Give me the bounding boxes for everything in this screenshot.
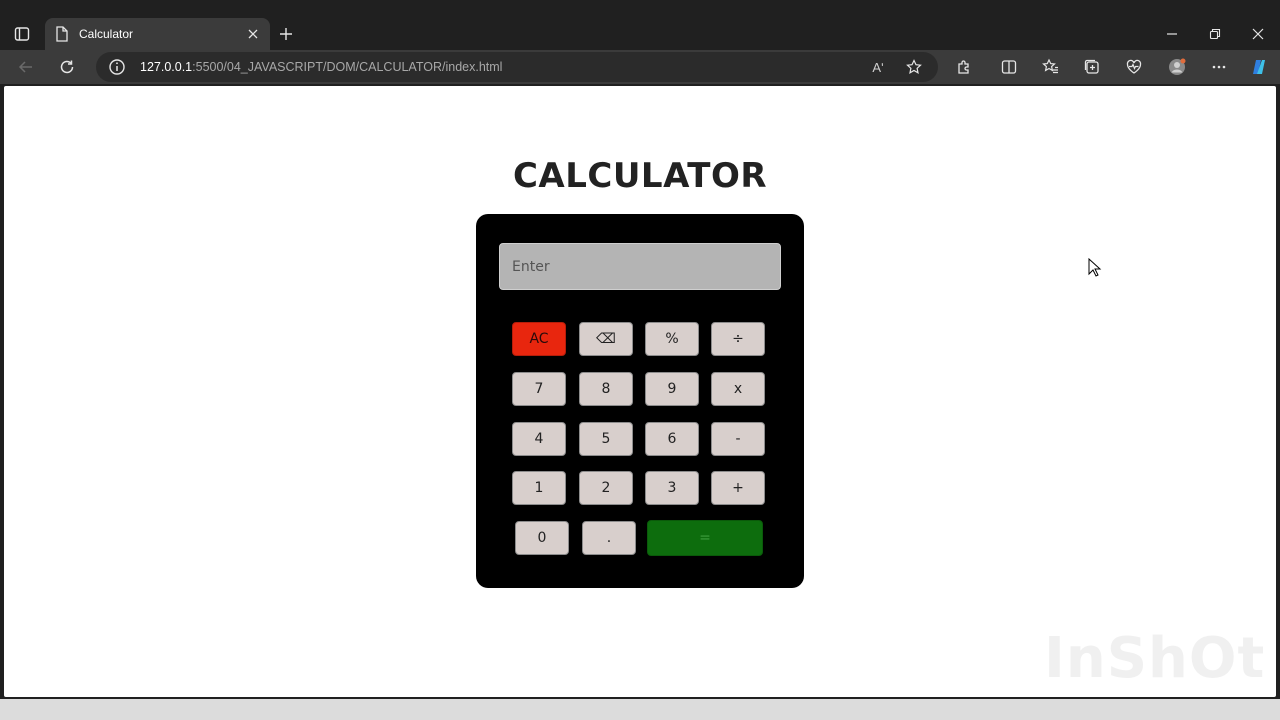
read-aloud-button[interactable]: Aʹ: [868, 57, 888, 77]
tab-actions-button[interactable]: [8, 20, 36, 48]
percent-button[interactable]: %: [645, 322, 699, 356]
all-clear-button[interactable]: AC: [512, 322, 566, 356]
profile-button[interactable]: [1164, 54, 1190, 80]
minimize-button[interactable]: [1160, 22, 1184, 46]
restore-button[interactable]: [1203, 22, 1227, 46]
digit-8-button[interactable]: 8: [579, 372, 633, 406]
digit-7-button[interactable]: 7: [512, 372, 566, 406]
digit-3-button[interactable]: 3: [645, 471, 699, 505]
digit-9-button[interactable]: 9: [645, 372, 699, 406]
address-bar[interactable]: 127.0.0.1:5500/04_JAVASCRIPT/DOM/CALCULA…: [96, 52, 938, 82]
minus-button[interactable]: -: [711, 422, 765, 456]
digit-0-button[interactable]: 0: [515, 521, 569, 555]
puzzle-icon: [958, 60, 969, 74]
heart-pulse-icon: [1126, 59, 1142, 74]
tab-close-button[interactable]: [244, 25, 262, 43]
extensions-button[interactable]: [951, 54, 977, 80]
avatar-icon: [1169, 58, 1186, 75]
tab-strip: Calculator: [0, 0, 1280, 50]
browser-essentials-button[interactable]: [1121, 54, 1147, 80]
tab-actions-icon: [14, 27, 30, 41]
copilot-button[interactable]: [1246, 54, 1272, 80]
collections-button[interactable]: [1079, 54, 1105, 80]
digit-4-button[interactable]: 4: [512, 422, 566, 456]
plus-button[interactable]: +: [711, 471, 765, 505]
digit-2-button[interactable]: 2: [579, 471, 633, 505]
url-host: 127.0.0.1: [140, 60, 193, 74]
split-screen-icon: [1001, 60, 1017, 74]
copilot-icon: [1253, 60, 1265, 74]
watermark-text: InShOt: [1044, 626, 1266, 691]
decimal-point-button[interactable]: .: [582, 521, 636, 555]
divide-button[interactable]: ÷: [711, 322, 765, 356]
browser-toolbar: 127.0.0.1:5500/04_JAVASCRIPT/DOM/CALCULA…: [0, 50, 1280, 84]
url-path: :5500/04_JAVASCRIPT/DOM/CALCULATOR/index…: [192, 60, 503, 74]
back-arrow-icon: [18, 61, 32, 73]
calculator-display-input[interactable]: [499, 243, 781, 290]
equals-button[interactable]: =: [647, 520, 763, 556]
favorites-button[interactable]: [1038, 54, 1064, 80]
backspace-button[interactable]: ⌫: [579, 322, 633, 356]
favorites-icon: [1042, 58, 1058, 74]
page-icon: [56, 26, 68, 42]
read-aloud-icon: Aʹ: [872, 59, 884, 75]
digit-1-button[interactable]: 1: [512, 471, 566, 505]
tab-calculator[interactable]: Calculator: [45, 18, 270, 50]
window-bottom-edge: [0, 699, 1280, 720]
multiply-button[interactable]: x: [711, 372, 765, 406]
calculator-body: AC ⌫ % ÷ 7 8 9 x 4 5 6 - 1 2 3 + 0 . =: [476, 214, 804, 588]
back-button[interactable]: [13, 54, 39, 80]
new-tab-button[interactable]: [276, 24, 296, 44]
digit-6-button[interactable]: 6: [645, 422, 699, 456]
more-button[interactable]: [1206, 54, 1232, 80]
restore-icon: [1209, 28, 1221, 40]
page-title: CALCULATOR: [512, 156, 768, 196]
refresh-button[interactable]: [54, 54, 80, 80]
close-icon: [248, 29, 258, 39]
page-viewport: CALCULATOR AC ⌫ % ÷ 7 8 9 x 4 5 6 - 1 2 …: [4, 86, 1276, 697]
url-text[interactable]: 127.0.0.1:5500/04_JAVASCRIPT/DOM/CALCULA…: [140, 60, 502, 74]
favorite-button[interactable]: [904, 57, 924, 77]
tab-title: Calculator: [79, 27, 134, 41]
window-close-button[interactable]: [1246, 22, 1270, 46]
close-icon: [1252, 28, 1264, 40]
info-icon[interactable]: [108, 58, 126, 76]
mouse-pointer-icon: [1088, 258, 1102, 277]
collections-icon: [1084, 59, 1099, 74]
plus-icon: [280, 28, 292, 40]
digit-5-button[interactable]: 5: [579, 422, 633, 456]
more-dots-icon: [1212, 65, 1226, 69]
split-screen-button[interactable]: [996, 54, 1022, 80]
star-icon: [906, 59, 922, 74]
minimize-icon: [1167, 33, 1177, 35]
refresh-icon: [60, 60, 74, 74]
